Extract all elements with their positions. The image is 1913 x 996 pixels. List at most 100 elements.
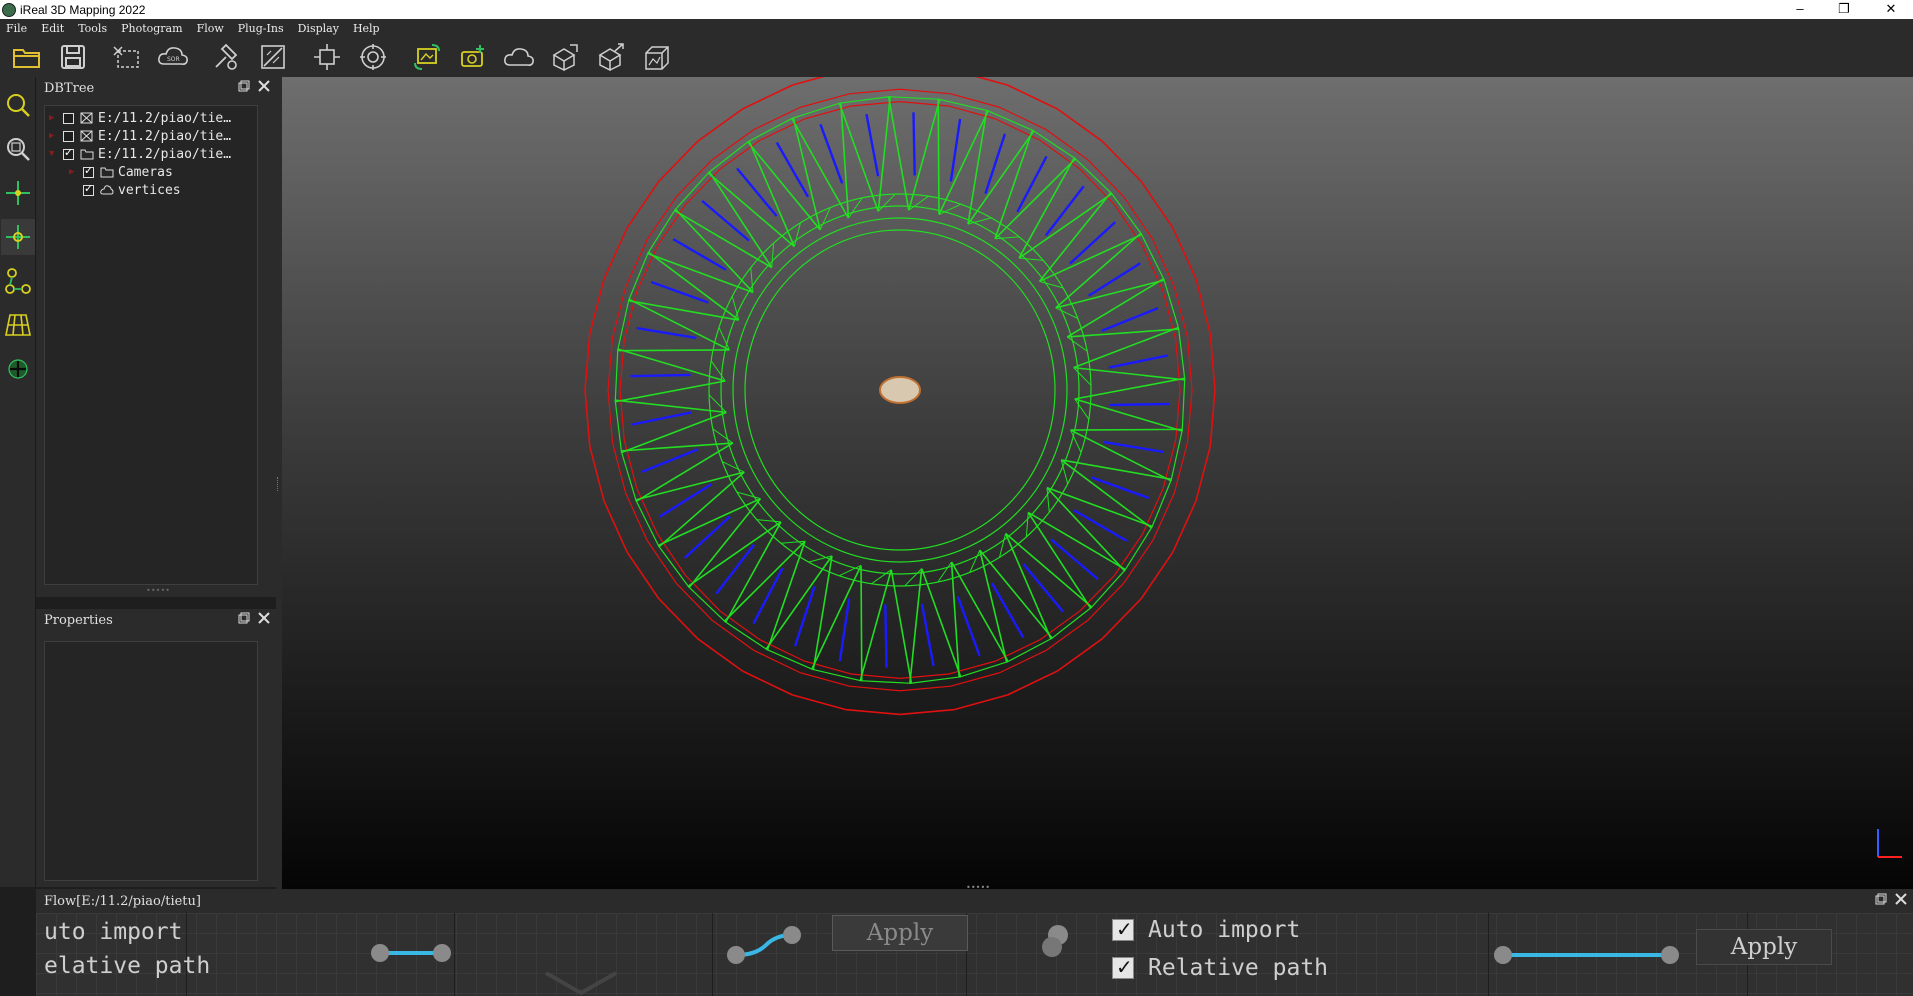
- close-window-button[interactable]: ✕: [1869, 0, 1913, 19]
- properties-header: Properties: [36, 609, 276, 631]
- frustum-edge: [584, 389, 591, 447]
- minimize-button[interactable]: –: [1778, 0, 1822, 19]
- frustum-edge: [611, 286, 627, 338]
- flow-canvas[interactable]: uto import elative path Apply Auto impor…: [36, 913, 1913, 996]
- frustum-edge: [950, 93, 1001, 108]
- expand-arrow-icon[interactable]: ▶: [49, 131, 59, 141]
- frame-icon[interactable]: [310, 40, 344, 74]
- relative-path-label-cut: elative path: [44, 953, 211, 979]
- camera-frustum: [628, 299, 739, 321]
- expand-arrow-icon[interactable]: ▶: [69, 167, 79, 177]
- tree-checkbox[interactable]: [83, 164, 94, 178]
- crop-icon[interactable]: [110, 40, 144, 74]
- pick-point-icon[interactable]: [1, 175, 35, 211]
- menu-file[interactable]: File: [6, 22, 27, 35]
- collapse-arrow-icon[interactable]: ▼: [49, 149, 59, 159]
- grid-icon[interactable]: [1, 307, 35, 343]
- menu-flow[interactable]: Flow: [197, 22, 224, 35]
- properties-body: [44, 641, 258, 881]
- tools-icon[interactable]: [210, 40, 244, 74]
- frustum-edge: [1087, 159, 1125, 198]
- grid-layer-icon: [80, 112, 93, 124]
- menu-edit[interactable]: Edit: [41, 22, 64, 35]
- connector-2[interactable]: [716, 923, 816, 973]
- frustum-edge: [1045, 129, 1089, 161]
- tree-checkbox[interactable]: [63, 130, 74, 142]
- frustum-edge: [899, 708, 955, 716]
- tree-checkbox[interactable]: [83, 182, 94, 196]
- frustum-edge: [719, 610, 761, 641]
- frustum-edge: [1186, 389, 1193, 443]
- camera-ray: [650, 280, 709, 304]
- dbtree-panel: DBTree ▶ E:/11.2/piao/tie… ▶ E:/11.2/pia…: [36, 77, 276, 597]
- open-folder-icon[interactable]: [10, 40, 44, 74]
- camera-frustum: [860, 565, 863, 681]
- menu-plugins[interactable]: Plug-Ins: [238, 22, 284, 35]
- frustum-edge: [1209, 333, 1216, 391]
- close-panel-icon[interactable]: [258, 80, 270, 92]
- menu-help[interactable]: Help: [353, 22, 380, 35]
- camera-frustum: [860, 680, 912, 684]
- apply-button-2[interactable]: Apply: [1696, 929, 1832, 965]
- frustum-edge: [675, 159, 713, 198]
- 3d-viewport[interactable]: [282, 77, 1913, 889]
- tree-item[interactable]: ▼ E:/11.2/piao/tie…: [49, 145, 231, 163]
- connector-3[interactable]: [1488, 933, 1688, 973]
- resize-handle[interactable]: •••••: [146, 586, 170, 595]
- frustum-edge: [1123, 540, 1154, 584]
- float-panel-icon[interactable]: [238, 612, 250, 624]
- menu-photogram[interactable]: Photogram: [121, 22, 182, 35]
- graph-icon[interactable]: [1, 263, 35, 299]
- camera-frustum: [1066, 277, 1165, 338]
- apply-button-1[interactable]: Apply: [832, 915, 968, 951]
- frustum-edge: [804, 660, 852, 675]
- camera-frustum: [938, 98, 989, 112]
- frustum-edge: [603, 227, 628, 280]
- tree-item[interactable]: ▶ Cameras: [69, 163, 173, 181]
- camera-frustum: [967, 110, 988, 225]
- zoom-icon[interactable]: [1, 87, 35, 123]
- tree-item[interactable]: ▶ E:/11.2/piao/tie…: [49, 127, 231, 145]
- measure-icon[interactable]: [256, 40, 290, 74]
- connector-1[interactable]: [366, 933, 466, 973]
- camera-add-icon[interactable]: [456, 40, 490, 74]
- frustum-edge: [719, 139, 761, 170]
- target-icon[interactable]: [356, 40, 390, 74]
- menu-display[interactable]: Display: [298, 22, 339, 35]
- save-icon[interactable]: [56, 40, 90, 74]
- model-icon[interactable]: [640, 40, 674, 74]
- pick-center-icon[interactable]: [1, 219, 35, 255]
- move-icon[interactable]: [1, 351, 35, 387]
- menu-tools[interactable]: Tools: [78, 22, 107, 35]
- close-panel-icon[interactable]: [1895, 893, 1907, 905]
- float-panel-icon[interactable]: [238, 80, 250, 92]
- camera-frustum: [890, 569, 913, 684]
- tree-checkbox[interactable]: [63, 112, 74, 124]
- auto-import-checkbox[interactable]: [1112, 917, 1134, 941]
- restore-button[interactable]: ❐: [1822, 0, 1866, 19]
- relative-path-checkbox[interactable]: [1112, 955, 1134, 979]
- tree-label: E:/11.2/piao/tie…: [98, 128, 232, 144]
- node-handle[interactable]: [1036, 921, 1076, 961]
- cloud-icon[interactable]: [502, 40, 536, 74]
- zoom-fit-icon[interactable]: [1, 131, 35, 167]
- camera-ray: [865, 113, 880, 177]
- close-panel-icon[interactable]: [258, 612, 270, 624]
- camera-link: [1025, 512, 1029, 538]
- frustum-edge: [849, 685, 901, 692]
- sor-cloud-icon[interactable]: SOR: [156, 40, 190, 74]
- float-panel-icon[interactable]: [1875, 893, 1887, 905]
- tree-checkbox[interactable]: [63, 146, 74, 160]
- tree-item[interactable]: ▶ E:/11.2/piao/tie…: [49, 109, 231, 127]
- tree-item[interactable]: vertices: [83, 181, 181, 199]
- camera-frustum: [1073, 157, 1113, 195]
- expand-arrow-icon[interactable]: ▶: [49, 113, 59, 123]
- flow-panel: ••••• Flow[E:/11.2/piao/tietu] uto impor…: [36, 883, 1913, 996]
- export-2-icon[interactable]: [594, 40, 628, 74]
- frustum-edge: [1007, 84, 1058, 110]
- camera-frustum: [1061, 459, 1172, 481]
- flow-title: Flow[E:/11.2/piao/tietu]: [44, 893, 201, 909]
- frustum-edge: [1186, 337, 1193, 391]
- photo-sync-icon[interactable]: [410, 40, 444, 74]
- export-1-icon[interactable]: [548, 40, 582, 74]
